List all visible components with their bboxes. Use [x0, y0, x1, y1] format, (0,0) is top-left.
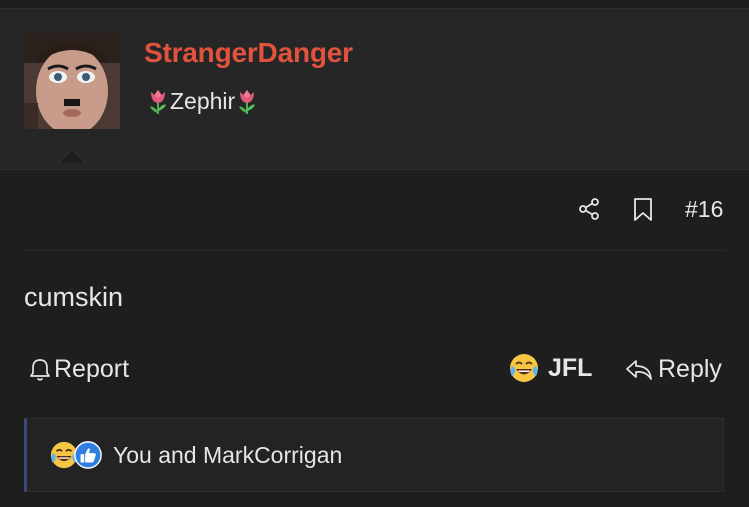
- reply-icon: [626, 359, 652, 380]
- user-title-text: Zephir: [170, 87, 236, 114]
- post-message: cumskin: [24, 282, 124, 312]
- report-button[interactable]: Report: [28, 355, 129, 384]
- username[interactable]: StrangerDanger: [144, 37, 353, 69]
- pointer-arrow: [60, 150, 84, 162]
- reaction-button[interactable]: JFL: [508, 352, 592, 384]
- bell-icon: [30, 358, 50, 381]
- user-header: StrangerDanger Zephir: [0, 9, 749, 169]
- reactions-summary[interactable]: You and MarkCorrigan: [24, 418, 724, 492]
- reaction-label: JFL: [548, 353, 593, 382]
- meta-divider: [24, 250, 725, 251]
- header-divider: [0, 169, 749, 170]
- avatar[interactable]: [24, 33, 120, 129]
- post-number-link[interactable]: #16: [685, 196, 723, 223]
- tulip-icon: [150, 90, 166, 114]
- laughing-crying-icon: [510, 354, 538, 382]
- thumbs-up-icon: [74, 441, 102, 469]
- reactions-summary-text: You and MarkCorrigan: [113, 441, 343, 468]
- report-label: Report: [54, 355, 130, 383]
- user-title: Zephir: [146, 87, 259, 115]
- reply-label: Reply: [658, 355, 722, 383]
- reply-button[interactable]: Reply: [624, 355, 722, 384]
- bookmark-icon[interactable]: [633, 197, 653, 222]
- share-icon[interactable]: [577, 197, 601, 221]
- tulip-icon: [239, 90, 256, 114]
- reaction-icons: [49, 440, 103, 470]
